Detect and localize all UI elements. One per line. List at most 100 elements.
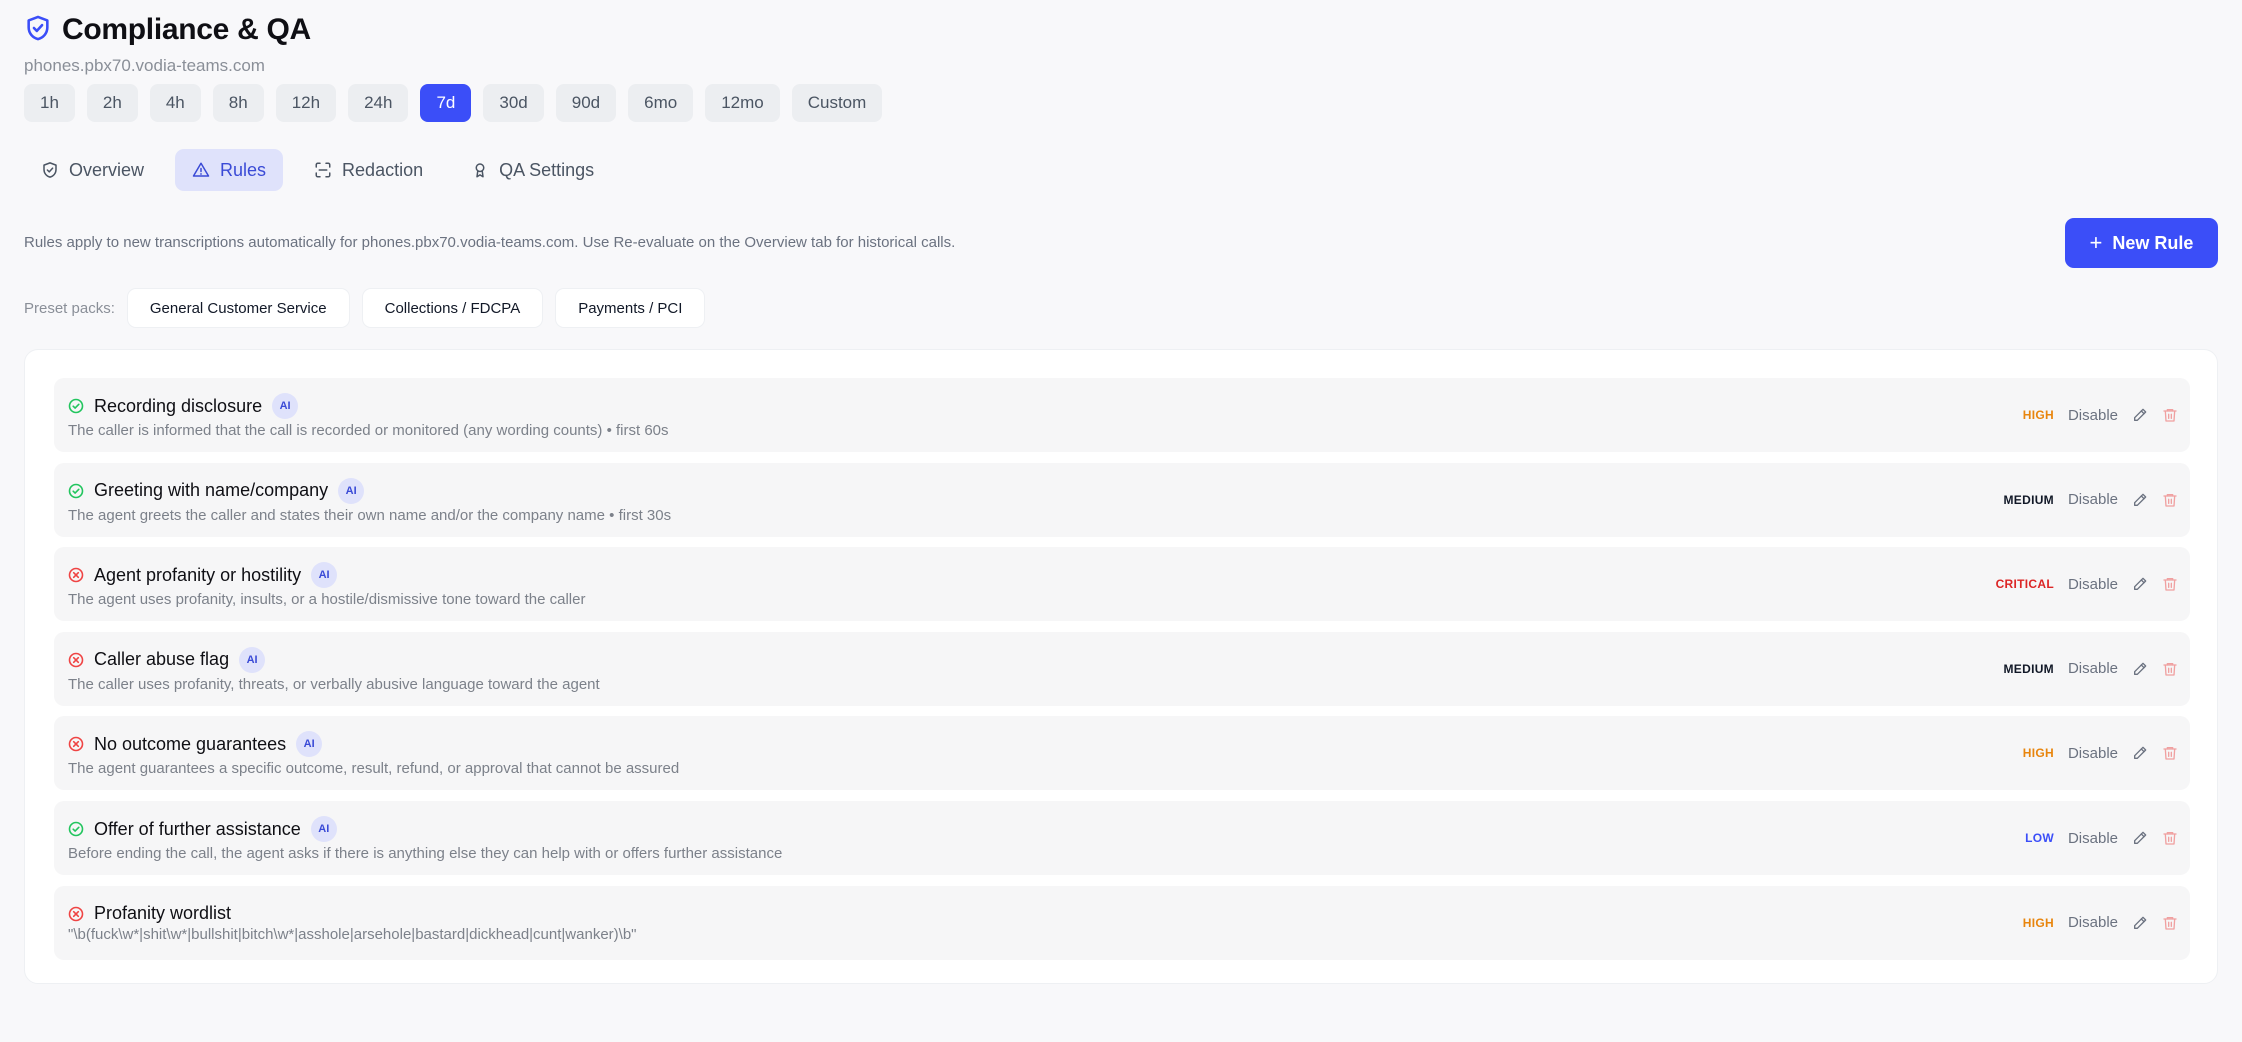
warning-triangle-icon xyxy=(192,161,210,179)
award-icon xyxy=(471,161,489,179)
rule-header: Profanity wordlist xyxy=(68,900,231,928)
severity-badge: MEDIUM xyxy=(2003,492,2054,507)
ai-badge: AI xyxy=(338,477,365,504)
range-2h[interactable]: 2h xyxy=(86,84,138,122)
pencil-icon[interactable] xyxy=(2132,407,2148,423)
range-6mo[interactable]: 6mo xyxy=(628,84,694,122)
severity-badge: HIGH xyxy=(2022,408,2054,422)
pencil-icon[interactable] xyxy=(2132,830,2148,846)
trash-icon[interactable] xyxy=(2162,830,2178,846)
title-row: Compliance & QA xyxy=(24,12,311,48)
rule-name: Caller abuse flag xyxy=(94,649,230,670)
rule-name: Recording disclosure xyxy=(94,395,263,416)
trash-icon[interactable] xyxy=(2162,576,2178,592)
rule-actions: MEDIUM Disable xyxy=(2004,463,2179,537)
range-7d[interactable]: 7d xyxy=(420,84,472,122)
disable-button[interactable]: Disable xyxy=(2068,660,2118,677)
range-8h[interactable]: 8h xyxy=(212,84,264,122)
preset-payments-pci[interactable]: Payments / PCI xyxy=(555,288,706,328)
x-circle-icon xyxy=(68,652,84,668)
severity-badge: HIGH xyxy=(2022,746,2054,761)
tab-label: Redaction xyxy=(342,159,424,180)
new-rule-label: New Rule xyxy=(2112,232,2194,253)
rule-header: Recording disclosure AI xyxy=(68,392,299,420)
severity-badge: CRITICAL xyxy=(1995,577,2054,592)
tab-label: QA Settings xyxy=(499,159,595,180)
trash-icon[interactable] xyxy=(2162,661,2178,677)
disable-button[interactable]: Disable xyxy=(2068,491,2118,508)
tab-rules[interactable]: Rules xyxy=(175,149,284,191)
rule-name: Agent profanity or hostility xyxy=(94,564,302,585)
rule-name: Profanity wordlist xyxy=(94,903,232,924)
tab-overview[interactable]: Overview xyxy=(24,149,161,191)
rules-info-text: Rules apply to new transcriptions automa… xyxy=(24,234,956,251)
trash-icon[interactable] xyxy=(2162,745,2178,761)
ai-badge: AI xyxy=(239,646,266,673)
tab-redaction[interactable]: Redaction xyxy=(297,149,440,191)
rule-header: Greeting with name/company AI xyxy=(68,477,365,505)
page-title: Compliance & QA xyxy=(62,13,311,46)
range-1h[interactable]: 1h xyxy=(24,84,75,122)
check-circle-icon xyxy=(68,821,84,837)
range-custom[interactable]: Custom xyxy=(791,84,883,122)
tab-qa-settings[interactable]: QA Settings xyxy=(454,149,611,191)
range-4h[interactable]: 4h xyxy=(149,84,201,122)
rule-actions: CRITICAL Disable xyxy=(1996,547,2178,621)
pencil-icon[interactable] xyxy=(2132,745,2148,761)
domain-subtitle: phones.pbx70.vodia-teams.com xyxy=(24,56,265,75)
pencil-icon[interactable] xyxy=(2132,661,2148,677)
rule-actions: HIGH Disable xyxy=(2023,378,2178,452)
trash-icon[interactable] xyxy=(2162,492,2178,508)
severity-badge: MEDIUM xyxy=(2003,661,2054,676)
trash-icon[interactable] xyxy=(2162,407,2178,423)
rule-row: Greeting with name/company AI The agent gr… xyxy=(54,462,2190,537)
rule-description: The agent uses profanity, insults, or a … xyxy=(68,591,586,609)
x-circle-icon xyxy=(68,906,84,922)
range-12h[interactable]: 12h xyxy=(275,84,337,122)
rule-description: The agent guarantees a specific outcome,… xyxy=(68,760,680,778)
range-30d[interactable]: 30d xyxy=(483,84,544,122)
shield-check-icon xyxy=(41,161,59,179)
ai-badge: AI xyxy=(272,393,299,419)
tab-label: Rules xyxy=(220,159,267,180)
rule-name: Offer of further assistance xyxy=(94,818,301,839)
rule-row: Caller abuse flag AI The caller uses profa… xyxy=(54,631,2190,706)
pencil-icon[interactable] xyxy=(2132,492,2148,508)
new-rule-button[interactable]: + New Rule xyxy=(2065,218,2218,268)
rule-description: The caller uses profanity, threats, or v… xyxy=(68,675,600,693)
check-circle-icon xyxy=(68,483,84,499)
rule-name: No outcome guarantees xyxy=(94,733,287,754)
rule-row: Profanity wordlist "\b(fuck\w*|shit\w*|bu… xyxy=(54,885,2190,960)
trash-icon[interactable] xyxy=(2162,915,2178,931)
x-circle-icon xyxy=(68,567,84,583)
range-90d[interactable]: 90d xyxy=(555,84,617,122)
severity-badge: LOW xyxy=(2025,831,2054,845)
rule-row: Recording disclosure AI The caller is info… xyxy=(54,378,2190,452)
pencil-icon[interactable] xyxy=(2132,915,2148,931)
disable-button[interactable]: Disable xyxy=(2068,914,2118,931)
rule-description: "\b(fuck\w*|shit\w*|bullshit|bitch\w*|as… xyxy=(68,925,637,943)
ai-badge: AI xyxy=(296,731,323,758)
rule-description: The caller is informed that the call is … xyxy=(68,422,669,439)
rule-header: Caller abuse flag AI xyxy=(68,646,266,674)
rule-actions: HIGH Disable xyxy=(2023,886,2178,960)
preset-collections-fdcpa[interactable]: Collections / FDCPA xyxy=(361,288,544,328)
range-12mo[interactable]: 12mo xyxy=(705,84,780,122)
preset-general-customer-service[interactable]: General Customer Service xyxy=(126,288,350,328)
preset-packs-label: Preset packs: xyxy=(24,299,115,317)
rule-description: The agent greets the caller and states t… xyxy=(68,506,672,524)
disable-button[interactable]: Disable xyxy=(2068,745,2118,762)
rule-row: Offer of further assistance AI Before endi… xyxy=(54,801,2190,875)
severity-badge: HIGH xyxy=(2022,915,2054,930)
pencil-icon[interactable] xyxy=(2132,576,2148,592)
rule-row: No outcome guarantees AI The agent guarant… xyxy=(54,716,2190,791)
disable-button[interactable]: Disable xyxy=(2068,576,2118,593)
x-circle-icon xyxy=(68,736,84,752)
tab-bar: Overview Rules Redaction QA Settings xyxy=(24,149,611,191)
rule-header: Offer of further assistance AI xyxy=(68,815,337,843)
disable-button[interactable]: Disable xyxy=(2068,830,2118,847)
range-24h[interactable]: 24h xyxy=(348,84,409,122)
disable-button[interactable]: Disable xyxy=(2068,407,2118,424)
rule-actions: MEDIUM Disable xyxy=(2004,632,2179,706)
rule-description: Before ending the call, the agent asks i… xyxy=(68,845,783,862)
